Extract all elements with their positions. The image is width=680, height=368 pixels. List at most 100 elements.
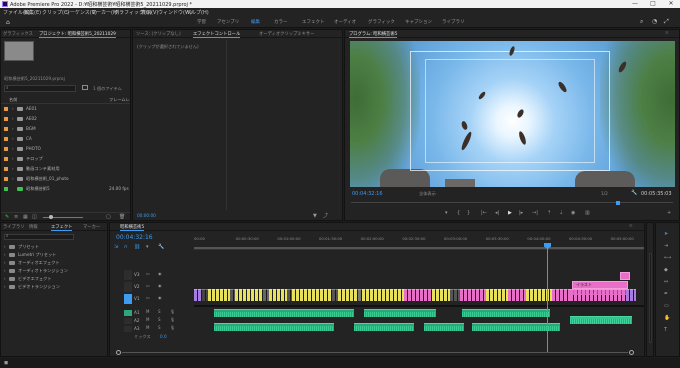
tab-project[interactable]: プロジェクト: 昭和横芸術5_20211029 xyxy=(39,31,116,38)
workspace-libraries[interactable]: ライブラリ xyxy=(442,19,465,25)
list-view-icon[interactable]: ≡ xyxy=(14,214,18,220)
video-clip[interactable] xyxy=(269,289,287,301)
tab-effects[interactable]: エフェクト xyxy=(51,224,73,231)
tab-graphics[interactable]: グラフィックス xyxy=(3,31,33,37)
source-patch[interactable] xyxy=(124,270,132,280)
close-button[interactable]: ✕ xyxy=(662,0,680,8)
home-icon[interactable]: ⌂ xyxy=(6,19,10,26)
scrollbar-track[interactable] xyxy=(122,352,628,353)
play-icon[interactable]: ▶ xyxy=(508,210,512,216)
panel-menu-icon[interactable]: ≡ xyxy=(629,224,633,229)
slip-tool-icon[interactable]: ↔ xyxy=(664,279,668,285)
new-bin-icon[interactable] xyxy=(82,85,88,90)
step-back-icon[interactable]: ◂| xyxy=(495,210,499,216)
step-forward-icon[interactable]: |▸ xyxy=(519,210,523,216)
go-to-in-icon[interactable]: |← xyxy=(481,210,487,216)
solo-icon[interactable]: S xyxy=(158,325,161,331)
workspace-edit[interactable]: 編集 xyxy=(251,19,260,25)
workspace-graphics[interactable]: グラフィック xyxy=(368,19,395,25)
solo-icon[interactable]: S xyxy=(158,317,161,323)
project-item[interactable]: › BGM xyxy=(1,125,130,133)
video-clip[interactable] xyxy=(292,289,332,301)
title-clip-illustration[interactable]: イラスト xyxy=(572,281,628,289)
tab-markers[interactable]: マーカー xyxy=(83,224,100,230)
selection-tool-icon[interactable]: ➤ xyxy=(664,231,668,237)
hand-tool-icon[interactable]: ✋ xyxy=(664,315,670,321)
mic-icon[interactable]: 🎙 xyxy=(170,325,175,331)
project-item[interactable]: › AE02 xyxy=(1,115,130,123)
expand-chevron-icon[interactable]: › xyxy=(12,116,14,122)
menu-edit[interactable]: 編集(E) xyxy=(24,9,41,16)
mic-icon[interactable]: 🎙 xyxy=(170,317,175,323)
timeline-timecode[interactable]: 00:04:32:16 xyxy=(116,234,153,241)
mute-icon[interactable]: M xyxy=(146,325,149,331)
source-patch[interactable] xyxy=(124,294,132,304)
audio-clip-a2-1[interactable] xyxy=(214,323,334,331)
video-clip[interactable] xyxy=(362,289,404,301)
insert-overwrite-icon[interactable]: ⇲ xyxy=(114,244,118,250)
expand-chevron-icon[interactable]: › xyxy=(12,176,14,182)
fit-dropdown[interactable]: 全体表示 xyxy=(419,191,436,197)
zoom-slider-handle[interactable] xyxy=(49,215,53,219)
video-clip[interactable] xyxy=(570,289,626,301)
export-icon[interactable]: ⤴ xyxy=(323,213,328,219)
comparison-view-icon[interactable]: ▥ xyxy=(585,210,590,216)
track-select-tool-icon[interactable]: ⇥ xyxy=(664,243,668,249)
panel-menu-icon[interactable]: ≡ xyxy=(665,31,669,36)
freeform-view-icon[interactable]: ◫ xyxy=(32,214,37,220)
program-scrub-bar[interactable] xyxy=(351,201,673,206)
eye-icon[interactable]: ◉ xyxy=(158,283,162,289)
razor-tool-icon[interactable]: ◆ xyxy=(664,267,668,273)
tab-info[interactable]: 情報 xyxy=(29,224,38,230)
expand-chevron-icon[interactable]: › xyxy=(4,284,6,290)
tab-source[interactable]: ソース: (クリップなし) xyxy=(136,31,181,37)
wrench-icon[interactable]: 🔧 xyxy=(631,190,637,196)
effects-category[interactable]: › オーディオエフェクト xyxy=(1,259,107,267)
extract-icon[interactable]: ⇣ xyxy=(559,210,563,216)
project-item[interactable]: 昭和横芸術5 24.00 fps xyxy=(1,185,130,193)
expand-chevron-icon[interactable]: › xyxy=(12,146,14,152)
icon-view-icon[interactable]: ▦ xyxy=(23,214,28,220)
expand-chevron-icon[interactable]: › xyxy=(4,252,6,258)
lift-icon[interactable]: ⇡ xyxy=(547,210,551,216)
project-item[interactable]: › CA xyxy=(1,135,130,143)
rectangle-tool-icon[interactable]: ▭ xyxy=(664,303,669,309)
effects-category[interactable]: › ビデオエフェクト xyxy=(1,275,107,283)
fullscreen-icon[interactable]: ⤢ xyxy=(664,18,669,26)
video-clip[interactable] xyxy=(526,289,552,301)
video-clip[interactable] xyxy=(235,289,263,301)
add-marker-icon[interactable]: ▾ xyxy=(445,210,448,216)
settings-wrench-icon[interactable]: 🔧 xyxy=(158,244,164,250)
notification-icon[interactable]: ◔ xyxy=(652,18,657,25)
timeline-scrollbar[interactable] xyxy=(114,350,640,355)
workspace-learn[interactable]: 学習 xyxy=(197,19,206,25)
minimize-button[interactable]: — xyxy=(626,0,644,8)
video-clip[interactable] xyxy=(404,289,432,301)
program-current-time[interactable]: 00:04:32:16 xyxy=(352,191,383,197)
video-clip[interactable] xyxy=(626,289,636,301)
mark-out-icon[interactable]: } xyxy=(467,210,470,216)
project-item[interactable]: › 動画コンテ素材用 xyxy=(1,165,130,173)
video-clip[interactable] xyxy=(208,289,230,301)
scrollbar-handle-left[interactable] xyxy=(116,350,121,355)
video-clip[interactable] xyxy=(450,289,460,301)
eye-icon[interactable]: ◉ xyxy=(158,271,162,277)
mix-value[interactable]: 0.0 xyxy=(160,334,167,339)
workspace-color[interactable]: カラー xyxy=(274,19,288,25)
audio-clip-a1-4[interactable] xyxy=(570,316,632,324)
workspace-effects[interactable]: エフェクト xyxy=(302,19,325,25)
effects-search-input[interactable]: ⌕ xyxy=(4,234,74,240)
project-item[interactable]: › テロップ xyxy=(1,155,130,163)
project-search-input[interactable]: ⌕ xyxy=(4,85,76,92)
video-clip[interactable] xyxy=(194,289,202,301)
effects-category[interactable]: › Lumetri プリセット xyxy=(1,251,107,259)
audio-clip-a1-2[interactable] xyxy=(364,309,436,317)
effects-category[interactable]: › プリセット xyxy=(1,243,107,251)
tab-sequence[interactable]: 昭和横芸術5 xyxy=(120,224,145,231)
solo-icon[interactable]: S xyxy=(158,309,161,315)
scrollbar-handle-right[interactable] xyxy=(629,350,634,355)
sync-lock-icon[interactable]: ▭ xyxy=(146,283,150,289)
search-icon[interactable]: ⌕ xyxy=(640,18,643,26)
snap-icon[interactable]: ∩ xyxy=(124,244,128,250)
work-area-bar[interactable] xyxy=(194,247,644,249)
